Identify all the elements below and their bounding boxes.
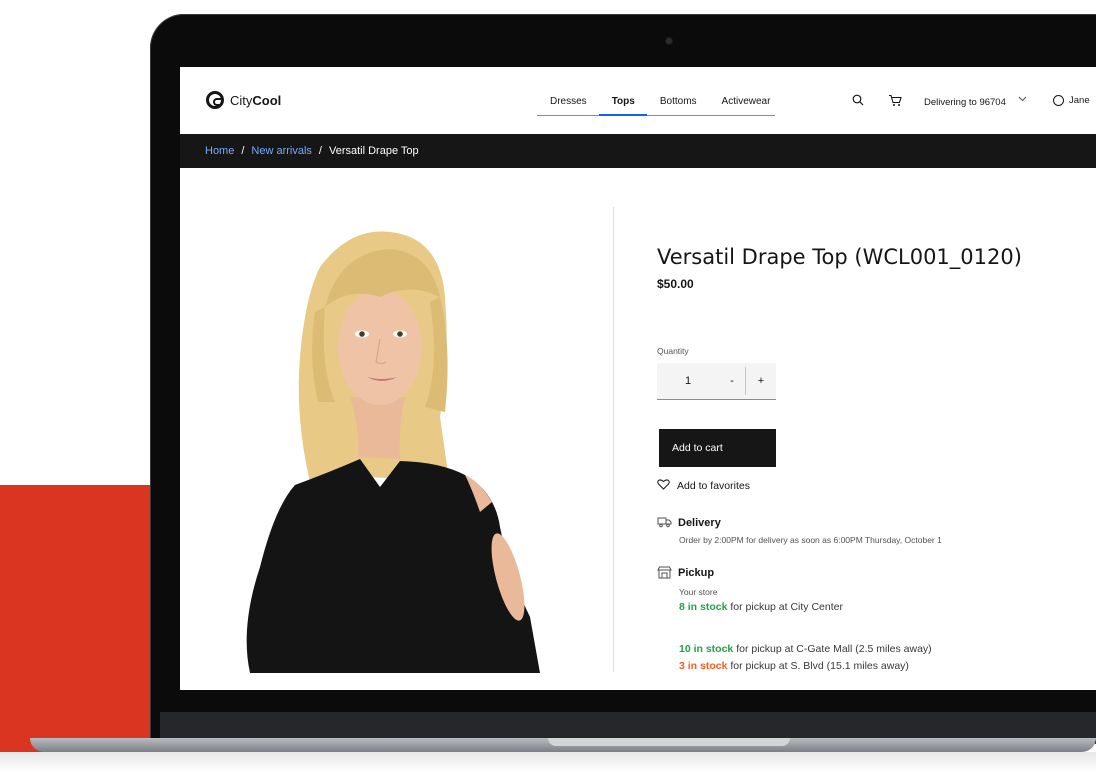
- floor-shadow: [0, 752, 1096, 772]
- user-avatar-icon: [1053, 95, 1064, 106]
- add-to-cart-button[interactable]: Add to cart: [659, 429, 776, 467]
- decrement-button[interactable]: -: [719, 375, 745, 387]
- tab-dresses[interactable]: Dresses: [537, 89, 599, 115]
- breadcrumb-current: Versatil Drape Top: [328, 145, 419, 157]
- tab-tops[interactable]: Tops: [598, 89, 647, 116]
- logo-mark-icon: [206, 91, 224, 109]
- your-store-label: Your store: [679, 587, 718, 597]
- top-navigation: CityCool Dresses Tops Bottoms Activewear…: [180, 67, 1096, 134]
- tab-bottoms[interactable]: Bottoms: [647, 89, 709, 115]
- column-divider: [613, 207, 614, 672]
- pickup-title: Pickup: [678, 567, 715, 579]
- delivery-note: Order by 2:00PM for delivery as soon as …: [679, 535, 942, 545]
- delivery-truck-icon: [657, 516, 672, 531]
- breadcrumb-home[interactable]: Home: [205, 145, 234, 157]
- quantity-stepper: 1 - +: [657, 363, 776, 400]
- add-to-favorites-link[interactable]: Add to favorites: [657, 479, 750, 493]
- brand-name: CityCool: [230, 92, 282, 108]
- stock-city-center: 8 in stock for pickup at City Center: [679, 601, 843, 613]
- increment-button[interactable]: +: [746, 375, 776, 387]
- breadcrumb-separator: /: [318, 145, 322, 157]
- store-icon: [657, 566, 672, 582]
- stock-s-blvd: 3 in stock for pickup at S. Blvd (15.1 m…: [679, 660, 909, 672]
- product-image: [246, 231, 540, 673]
- breadcrumb: Home / New arrivals / Versatil Drape Top: [180, 134, 1096, 168]
- quantity-input[interactable]: 1: [657, 375, 719, 387]
- quantity-label: Quantity: [657, 346, 689, 356]
- browser-screen: CityCool Dresses Tops Bottoms Activewear…: [180, 67, 1096, 690]
- cart-icon[interactable]: [888, 94, 902, 110]
- product-price: $50.00: [657, 277, 694, 291]
- breadcrumb-new-arrivals[interactable]: New arrivals: [251, 145, 312, 157]
- breadcrumb-separator: /: [241, 145, 245, 157]
- tab-activewear[interactable]: Activewear: [709, 89, 783, 115]
- product-title: Versatil Drape Top (WCL001_0120): [657, 245, 1022, 269]
- stock-c-gate-mall: 10 in stock for pickup at C-Gate Mall (2…: [679, 643, 932, 655]
- heart-icon: [657, 479, 670, 493]
- category-tabs: Dresses Tops Bottoms Activewear: [537, 89, 775, 116]
- add-to-favorites-label: Add to favorites: [677, 480, 750, 492]
- search-icon[interactable]: [852, 94, 864, 109]
- laptop-hinge: [160, 712, 1096, 740]
- citycool-logo[interactable]: CityCool: [206, 91, 281, 109]
- delivery-location[interactable]: Delivering to 96704: [924, 97, 1006, 108]
- laptop-notch: [548, 738, 790, 746]
- user-name: Jane: [1069, 95, 1090, 106]
- chevron-down-icon[interactable]: [1018, 94, 1027, 106]
- delivery-title: Delivery: [678, 517, 721, 529]
- webcam: [666, 38, 672, 44]
- user-menu[interactable]: Jane: [1053, 95, 1090, 106]
